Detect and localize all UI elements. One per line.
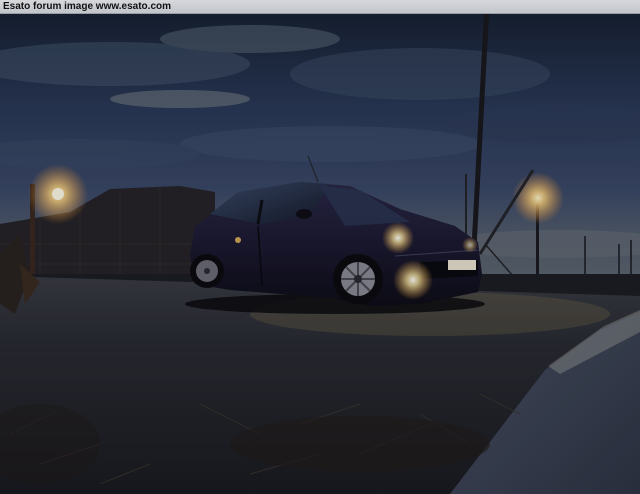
vignette <box>0 14 640 494</box>
watermark-bar: Esato forum image www.esato.com <box>0 0 640 14</box>
image-viewer: Esato forum image www.esato.com <box>0 0 640 494</box>
watermark-text: Esato forum image www.esato.com <box>3 1 172 12</box>
dusk-car-photo <box>0 14 640 494</box>
photo <box>0 14 640 494</box>
